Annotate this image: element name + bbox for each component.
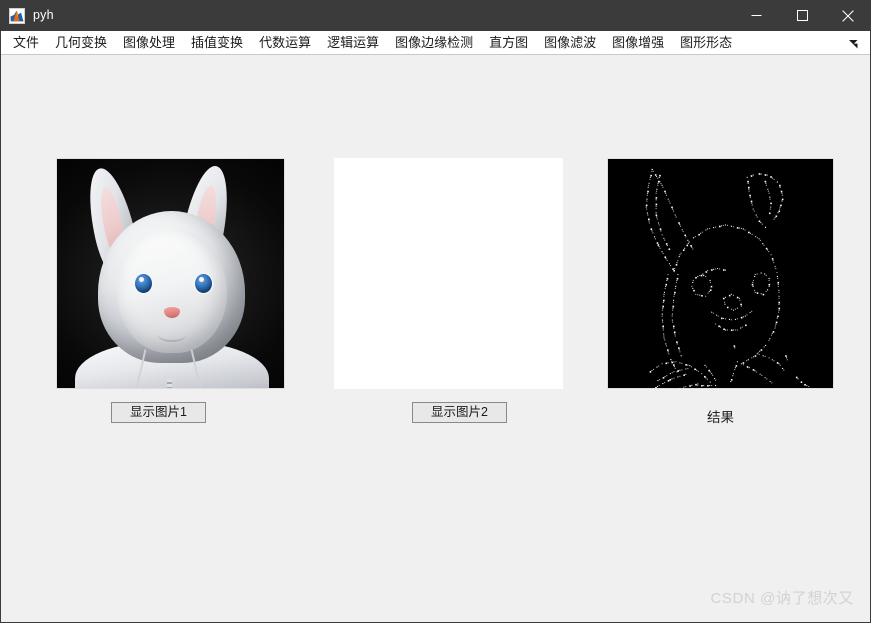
menu-bar: 文件 几何变换 图像处理 插值变换 代数运算 逻辑运算 图像边缘检测 直方图 图… <box>1 31 870 55</box>
image-panel-2[interactable] <box>334 158 563 389</box>
menu-item-geometric[interactable]: 几何变换 <box>47 31 115 54</box>
image-panel-3[interactable] <box>607 158 834 389</box>
csdn-watermark: CSDN @讷了想次又 <box>710 590 854 607</box>
result-label: 结果 <box>707 410 734 425</box>
window-title: pyh <box>33 8 54 22</box>
application-window: pyh 文件 几何变换 图像处理 插值变换 代数运算 逻辑运算 图像边缘检测 直… <box>0 0 871 623</box>
menu-item-algebraic[interactable]: 代数运算 <box>251 31 319 54</box>
minimize-icon[interactable] <box>733 0 779 31</box>
menu-item-histogram[interactable]: 直方图 <box>481 31 536 54</box>
close-icon[interactable] <box>825 0 870 31</box>
menu-item-edge-detection[interactable]: 图像边缘检测 <box>387 31 481 54</box>
show-image-1-button[interactable]: 显示图片1 <box>111 402 206 423</box>
title-bar: pyh <box>1 0 870 31</box>
show-image-2-button[interactable]: 显示图片2 <box>412 402 507 423</box>
menu-item-file[interactable]: 文件 <box>5 31 47 54</box>
edge-detection-output <box>608 159 833 388</box>
work-area: 显示图片1 显示图片2 结果 <box>1 56 870 622</box>
maximize-icon[interactable] <box>779 0 825 31</box>
image-panel-1[interactable] <box>56 158 285 389</box>
menu-item-enhancement[interactable]: 图像增强 <box>604 31 672 54</box>
rabbit-photo <box>57 159 284 388</box>
menu-item-processing[interactable]: 图像处理 <box>115 31 183 54</box>
menu-item-logical[interactable]: 逻辑运算 <box>319 31 387 54</box>
menu-item-morphology[interactable]: 图形形态 <box>672 31 740 54</box>
menu-overflow-arrow-icon[interactable] <box>848 37 859 49</box>
window-controls <box>733 0 870 31</box>
menu-item-interpolation[interactable]: 插值变换 <box>183 31 251 54</box>
matlab-icon <box>9 7 25 24</box>
menu-item-filtering[interactable]: 图像滤波 <box>536 31 604 54</box>
